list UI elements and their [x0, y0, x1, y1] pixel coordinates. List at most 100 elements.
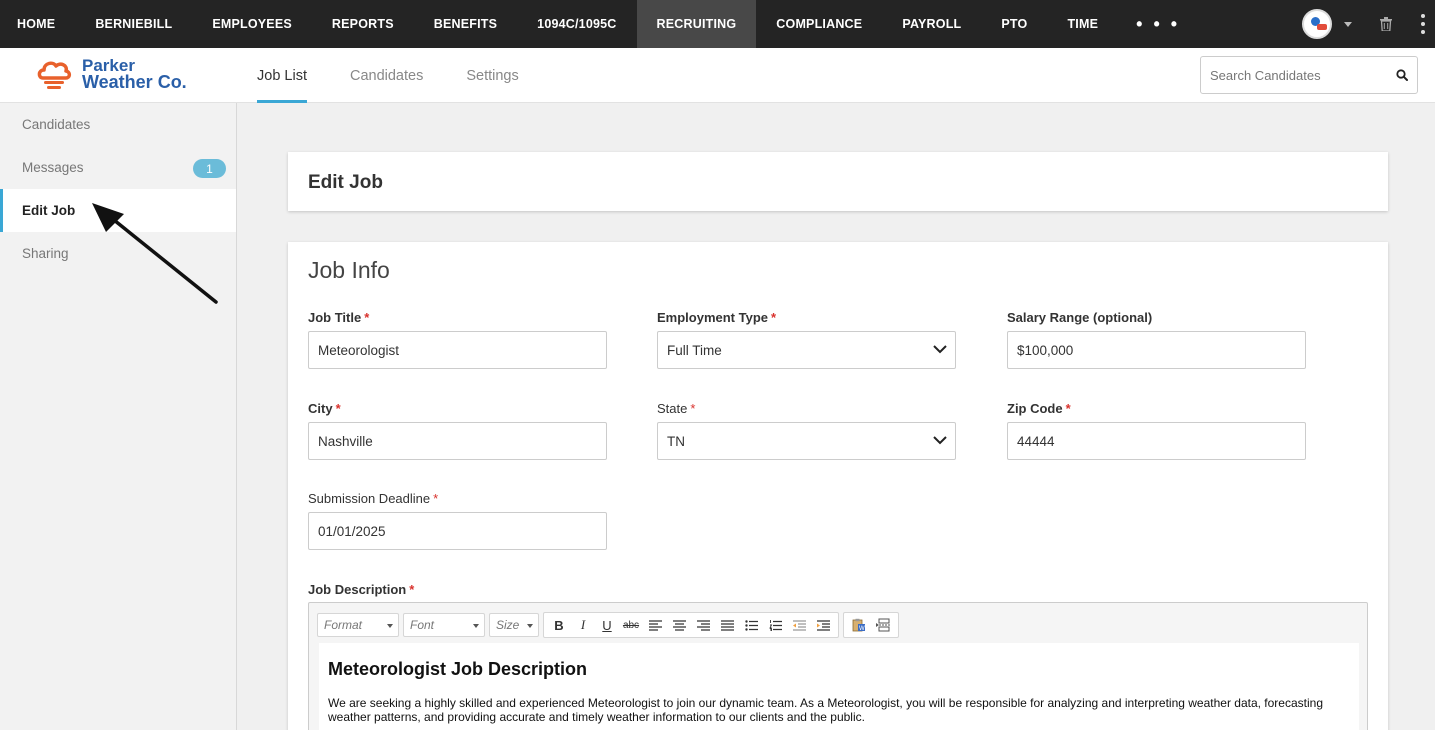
italic-icon[interactable]: I: [571, 613, 595, 637]
page-title: Edit Job: [308, 172, 383, 193]
sidebar-item-label: Sharing: [22, 246, 69, 261]
state-select[interactable]: TN: [657, 422, 956, 460]
label-text: Job Description: [308, 582, 407, 597]
kebab-menu-icon[interactable]: [1421, 14, 1425, 34]
rich-text-editor: Format Font Size B I U abc W Meteorologi…: [308, 602, 1368, 730]
messages-count-badge: 1: [193, 159, 226, 178]
tab-candidates[interactable]: Candidates: [350, 48, 423, 103]
search-box: [1200, 56, 1418, 94]
underline-icon[interactable]: U: [595, 613, 619, 637]
company-avatar[interactable]: [1302, 9, 1332, 39]
page-break-icon[interactable]: [871, 613, 895, 637]
text-format-group: B I U abc: [543, 612, 839, 638]
tab-settings[interactable]: Settings: [466, 48, 518, 103]
nav-recruiting[interactable]: RECRUITING: [636, 0, 757, 48]
selected-value: TN: [667, 433, 685, 449]
submission-deadline-field[interactable]: 01/01/2025: [308, 512, 607, 550]
required-marker: *: [335, 401, 341, 416]
nav-berniebill[interactable]: BERNIEBILL: [75, 0, 192, 48]
font-dropdown[interactable]: Font: [403, 613, 485, 637]
recruiting-tabs: Job List Candidates Settings: [257, 48, 562, 103]
job-title-label: Job Title *: [308, 310, 369, 325]
city-label: City *: [308, 401, 341, 416]
nav-more-button[interactable]: • • •: [1118, 0, 1196, 48]
nav-time[interactable]: TIME: [1047, 0, 1118, 48]
indent-icon[interactable]: [811, 613, 835, 637]
company-logo[interactable]: Parker Weather Co.: [36, 57, 206, 95]
editor-toolbar: Format Font Size B I U abc W: [317, 610, 903, 640]
align-left-icon[interactable]: [643, 613, 667, 637]
brand-name: Parker Weather Co.: [82, 57, 187, 92]
nav-payroll[interactable]: PAYROLL: [882, 0, 981, 48]
employment-type-label: Employment Type *: [657, 310, 776, 325]
chevron-down-icon: [933, 345, 947, 354]
strikethrough-icon[interactable]: abc: [619, 613, 643, 637]
nav-right-controls: [1302, 0, 1435, 48]
search-icon[interactable]: [1396, 69, 1408, 81]
format-placeholder: Format: [324, 618, 363, 632]
sidebar-item-messages[interactable]: Messages 1: [0, 146, 236, 189]
outdent-icon[interactable]: [787, 613, 811, 637]
svg-text:W: W: [859, 626, 865, 632]
align-center-icon[interactable]: [667, 613, 691, 637]
bulleted-list-icon[interactable]: [739, 613, 763, 637]
caret-down-icon: [387, 624, 393, 628]
label-text: Employment Type: [657, 310, 769, 325]
size-placeholder: Size: [496, 618, 520, 632]
account-dropdown-icon[interactable]: [1344, 21, 1352, 27]
brand-line-2: Weather Co.: [82, 72, 187, 92]
state-label: State *: [657, 401, 695, 416]
section-title: Job Info: [308, 257, 390, 283]
label-text: City: [308, 401, 333, 416]
nav-pto[interactable]: PTO: [981, 0, 1047, 48]
nav-home[interactable]: HOME: [0, 0, 75, 48]
salary-range-field[interactable]: $100,000: [1007, 331, 1306, 369]
submission-deadline-label: Submission Deadline *: [308, 491, 438, 506]
avatar-shape: [1317, 24, 1327, 30]
chevron-down-icon: [933, 436, 947, 445]
nav-reports[interactable]: REPORTS: [312, 0, 414, 48]
sidebar-item-label: Messages: [22, 160, 84, 175]
description-body: We are seeking a highly skilled and expe…: [328, 696, 1323, 724]
employment-type-select[interactable]: Full Time: [657, 331, 956, 369]
size-dropdown[interactable]: Size: [489, 613, 539, 637]
clipboard-group: W: [843, 612, 899, 638]
selected-value: Full Time: [667, 342, 722, 358]
description-heading: Meteorologist Job Description: [328, 659, 588, 679]
salary-range-label: Salary Range (optional): [1007, 310, 1153, 325]
bold-icon[interactable]: B: [547, 613, 571, 637]
caret-down-icon: [527, 624, 533, 628]
label-text: Zip Code: [1007, 401, 1063, 416]
nav-benefits[interactable]: BENEFITS: [414, 0, 517, 48]
zip-code-field[interactable]: 44444: [1007, 422, 1306, 460]
nav-compliance[interactable]: COMPLIANCE: [756, 0, 882, 48]
label-text: Submission Deadline: [308, 491, 431, 506]
font-placeholder: Font: [410, 618, 435, 632]
required-marker: *: [433, 491, 439, 506]
editor-content[interactable]: Meteorologist Job Description We are see…: [319, 643, 1359, 730]
job-description-label: Job Description *: [308, 582, 414, 597]
numbered-list-icon[interactable]: [763, 613, 787, 637]
required-marker: *: [364, 310, 370, 325]
job-title-field[interactable]: Meteorologist: [308, 331, 607, 369]
align-right-icon[interactable]: [691, 613, 715, 637]
sidebar-item-label: Edit Job: [22, 203, 76, 218]
nav-menu: HOME BERNIEBILL EMPLOYEES REPORTS BENEFI…: [0, 0, 1196, 48]
tab-job-list[interactable]: Job List: [257, 48, 307, 103]
top-nav: HOME BERNIEBILL EMPLOYEES REPORTS BENEFI…: [0, 0, 1435, 48]
nav-employees[interactable]: EMPLOYEES: [192, 0, 312, 48]
sidebar-item-candidates[interactable]: Candidates: [0, 103, 236, 146]
align-justify-icon[interactable]: [715, 613, 739, 637]
sidebar-item-label: Candidates: [22, 117, 91, 132]
required-marker: *: [409, 582, 415, 597]
format-dropdown[interactable]: Format: [317, 613, 399, 637]
nav-1094c-1095c[interactable]: 1094C/1095C: [517, 0, 636, 48]
job-info-card: Job Info Job Title * Meteorologist Employ…: [288, 242, 1388, 730]
search-candidates-input[interactable]: [1201, 57, 1381, 93]
trash-icon[interactable]: [1380, 17, 1392, 32]
city-field[interactable]: Nashville: [308, 422, 607, 460]
caret-down-icon: [473, 624, 479, 628]
paste-from-word-icon[interactable]: W: [847, 613, 871, 637]
required-marker: *: [771, 310, 777, 325]
required-marker: *: [1065, 401, 1071, 416]
